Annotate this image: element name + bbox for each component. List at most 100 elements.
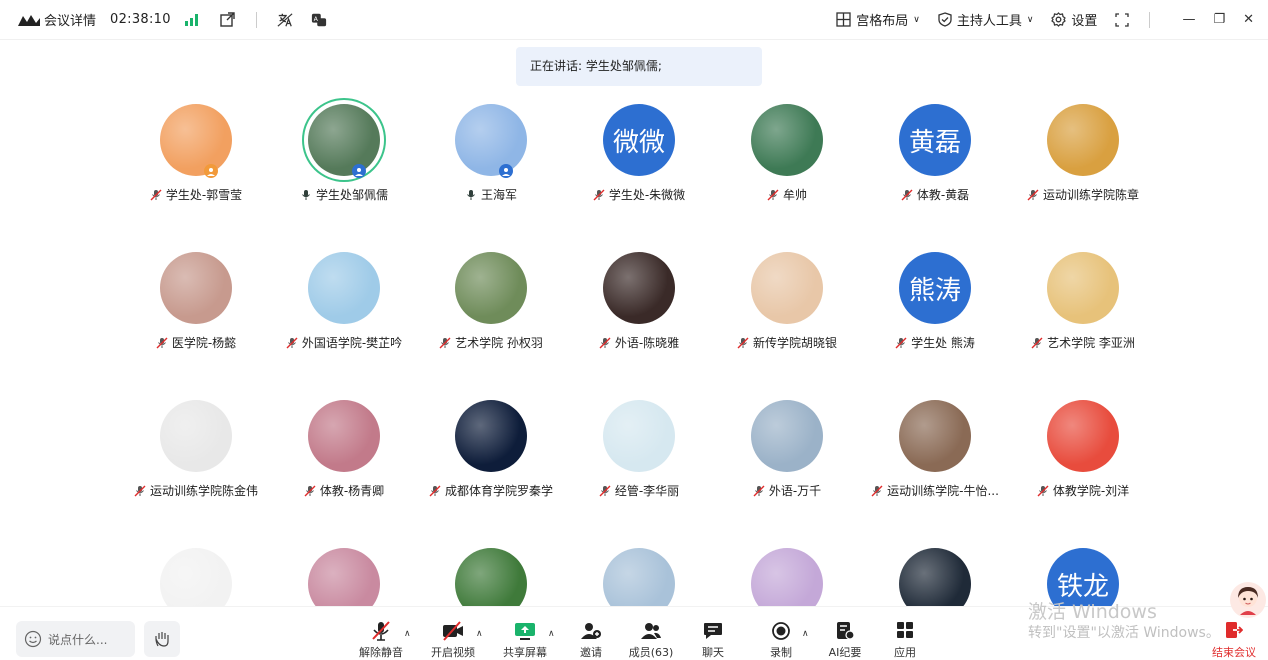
mic-muted-icon (134, 485, 146, 497)
participant-tile[interactable]: 牟帅 (713, 104, 861, 203)
participant-avatar (1047, 400, 1119, 472)
mic-muted-icon (599, 337, 611, 349)
participant-name: 学生处-郭雪莹 (165, 188, 243, 202)
toolbar-record-button[interactable]: 录制 (751, 621, 811, 660)
chevron-up-icon[interactable]: ∧ (548, 629, 555, 639)
participant-name-row: 运动训练学院陈章 (1009, 186, 1157, 203)
participant-tile[interactable]: 艺术学院 李亚洲 (1009, 252, 1157, 351)
participant-avatar (308, 252, 380, 324)
host-badge-icon (352, 164, 366, 178)
participant-tile[interactable]: 运动训练学院陈章 (1009, 104, 1157, 203)
participant-avatar (899, 400, 971, 472)
participant-name: 艺术学院 李亚洲 (1047, 336, 1135, 350)
chat-placeholder: 说点什么... (48, 632, 108, 647)
participant-name: 体教学院-刘洋 (1052, 484, 1130, 498)
participant-tile[interactable]: 体教-杨青卿 (270, 400, 418, 499)
participant-tile[interactable]: 新传学院胡晓银 (713, 252, 861, 351)
participant-tile[interactable]: 学生处-郭雪莹 (122, 104, 270, 203)
participant-avatar (751, 400, 823, 472)
toolbar-apps-button[interactable]: 应用 (875, 621, 935, 660)
participant-avatar (308, 400, 380, 472)
mic-muted-icon (593, 189, 605, 201)
end-meeting-label: 结束会议 (1212, 646, 1256, 659)
toolbar-members-button[interactable]: 成员(63) (621, 621, 681, 660)
avatar-initials: 微微 (612, 127, 665, 158)
participant-tile[interactable]: 医学院-杨懿 (122, 252, 270, 351)
mic-muted-icon (737, 337, 749, 349)
participant-name-row: 牟帅 (713, 186, 861, 203)
mic-muted-icon (1027, 189, 1039, 201)
mic-on-icon (465, 189, 477, 201)
participant-tile[interactable]: 运动训练学院陈金伟 (122, 400, 270, 499)
toolbar-label: 开启视频 (431, 646, 475, 659)
mic-muted-icon (351, 621, 411, 641)
participant-avatar (455, 400, 527, 472)
participant-tile[interactable]: 外语-万千 (713, 400, 861, 499)
raise-hand-icon (155, 632, 169, 647)
participant-name-row: 艺术学院 李亚洲 (1009, 334, 1157, 351)
ai-notes-icon (815, 621, 875, 641)
chevron-up-icon[interactable]: ∧ (476, 629, 483, 639)
mic-muted-icon (150, 189, 162, 201)
participant-avatar: 微微 (603, 104, 675, 176)
chat-input[interactable]: 说点什么... (16, 621, 135, 657)
toolbar-ai-notes-button[interactable]: AI纪要 (815, 621, 875, 660)
participant-avatar (751, 252, 823, 324)
participant-name-row: 经管-李华丽 (565, 482, 713, 499)
mic-muted-icon (901, 189, 913, 201)
participant-tile[interactable]: 运动训练学院-牛怡... (861, 400, 1009, 499)
participant-name: 外国语学院-樊芷吟 (301, 336, 403, 350)
participant-tile[interactable]: 学生处邹佩儒 (270, 104, 418, 203)
participant-name-row: 王海军 (417, 186, 565, 203)
participant-name-row: 学生处-郭雪莹 (122, 186, 270, 203)
participant-name: 王海军 (480, 188, 517, 202)
toolbar-chat-button[interactable]: 聊天 (683, 621, 743, 660)
participant-tile[interactable]: 成都体育学院罗秦学 (417, 400, 565, 499)
chevron-up-icon[interactable]: ∧ (802, 629, 809, 639)
toolbar-mic-muted-button[interactable]: 解除静音 (351, 621, 411, 660)
participant-name: 新传学院胡晓银 (752, 336, 837, 350)
participant-name-row: 运动训练学院陈金伟 (122, 482, 270, 499)
participant-tile[interactable]: 王海军 (417, 104, 565, 203)
participant-name-row: 运动训练学院-牛怡... (861, 482, 1009, 499)
participant-tile[interactable]: 艺术学院 孙权羽 (417, 252, 565, 351)
assistant-avatar-icon[interactable] (1230, 582, 1266, 618)
exit-icon (1226, 622, 1243, 638)
participant-tile[interactable]: 外语-陈晓雅 (565, 252, 713, 351)
raise-hand-button[interactable] (144, 621, 180, 657)
toolbar-share-screen-button[interactable]: 共享屏幕 (495, 621, 555, 660)
chat-icon (683, 621, 743, 641)
participant-avatar (160, 104, 232, 176)
mic-muted-icon (156, 337, 168, 349)
participant-name-row: 外国语学院-樊芷吟 (270, 334, 418, 351)
participant-avatar (455, 104, 527, 176)
mic-muted-icon (429, 485, 441, 497)
participant-name: 成都体育学院罗秦学 (444, 484, 553, 498)
activation-watermark-title: 激活 Windows (1028, 601, 1157, 623)
participant-tile[interactable]: 外国语学院-樊芷吟 (270, 252, 418, 351)
participant-avatar (308, 104, 380, 176)
participant-name-row: 外语-万千 (713, 482, 861, 499)
avatar-initials: 黄磊 (908, 127, 961, 158)
emoji-icon[interactable] (24, 630, 42, 648)
mic-on-icon (300, 189, 312, 201)
mic-muted-icon (753, 485, 765, 497)
participant-tile[interactable]: 黄磊 体教-黄磊 (861, 104, 1009, 203)
participant-name-row: 成都体育学院罗秦学 (417, 482, 565, 499)
mic-muted-icon (767, 189, 779, 201)
apps-icon (875, 621, 935, 641)
participant-avatar: 黄磊 (899, 104, 971, 176)
toolbar-camera-off-button[interactable]: 开启视频 (423, 621, 483, 660)
invite-icon (561, 621, 621, 641)
toolbar-label: 聊天 (702, 646, 724, 659)
participant-name-row: 外语-陈晓雅 (565, 334, 713, 351)
participant-tile[interactable]: 经管-李华丽 (565, 400, 713, 499)
participant-tile[interactable]: 熊涛 学生处 熊涛 (861, 252, 1009, 351)
mic-muted-icon (286, 337, 298, 349)
chevron-up-icon[interactable]: ∧ (404, 629, 411, 639)
participant-avatar: 熊涛 (899, 252, 971, 324)
participant-tile[interactable]: 体教学院-刘洋 (1009, 400, 1157, 499)
participant-name: 体教-杨青卿 (319, 484, 385, 498)
participant-tile[interactable]: 微微 学生处-朱微微 (565, 104, 713, 203)
toolbar-invite-button[interactable]: 邀请 (561, 621, 621, 660)
